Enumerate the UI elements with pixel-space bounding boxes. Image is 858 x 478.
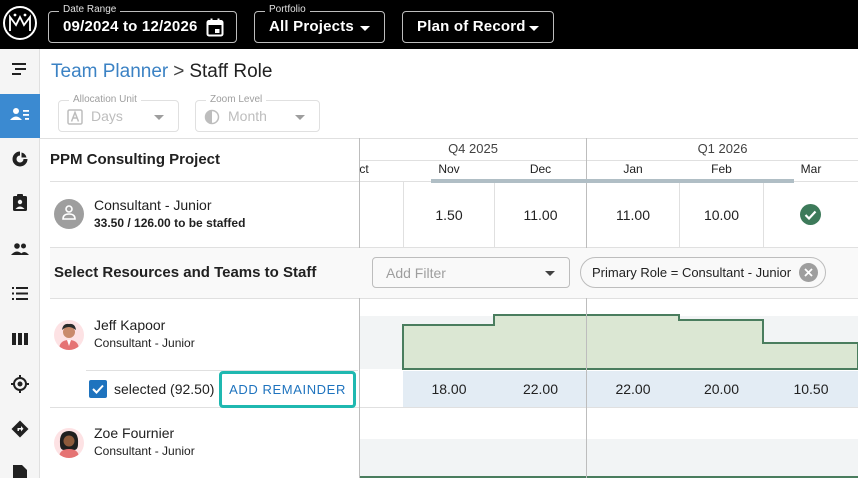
calendar-icon[interactable] [206,18,224,42]
avatar [54,320,84,350]
person-name: Jeff Kapoor [94,317,166,333]
month-label: Dec [529,162,552,176]
letter-a-icon [67,109,83,130]
target-icon [11,374,29,398]
allocation-unit-value: Days [91,108,123,124]
portfolio-legend: Portfolio [265,4,310,16]
list-icon [12,287,28,305]
top-bar: Date Range 09/2024 to 12/2026 Portfolio … [0,0,858,49]
zoom-level-legend: Zoom Level [206,94,267,106]
left-nav [0,49,40,478]
month-label: Jan [623,162,643,176]
add-filter-placeholder: Add Filter [386,265,446,281]
timeline-range-bar [431,179,794,183]
demand-cell[interactable]: 1.50 [404,207,494,223]
allocation-unit-legend: Allocation Unit [69,94,141,106]
date-range-value: 09/2024 to 12/2026 [63,18,198,35]
demand-cell[interactable]: 10.00 [680,207,763,223]
nav-team-planner[interactable] [0,94,40,138]
breadcrumb: Team Planner > Staff Role [51,61,272,83]
project-title: PPM Consulting Project [50,151,221,168]
allocation-unit-select[interactable]: Allocation Unit Days [58,94,179,132]
app-logo[interactable] [3,6,37,40]
add-remainder-button[interactable]: ADD REMAINDER [219,371,356,408]
chevron-down-icon [295,115,305,120]
nav-list[interactable] [0,274,40,318]
nav-people[interactable] [0,229,40,273]
document-icon [13,465,27,478]
breadcrumb-separator: > [173,61,185,82]
person-icon [61,204,77,225]
columns-icon [12,332,28,350]
chevron-down-icon [154,115,164,120]
select-checkbox[interactable] [89,380,107,398]
resources-title: Select Resources and Teams to Staff [54,264,317,281]
plan-select[interactable]: Plan of Record [402,11,554,43]
portfolio-select[interactable]: Portfolio All Projects [254,4,385,43]
month-label: Mar [800,162,822,176]
month-label: Feb [711,162,732,176]
grid-divider [360,160,858,161]
avatar [54,428,84,458]
portfolio-value: All Projects [269,18,354,35]
month-label: Nov [438,162,460,176]
directions-icon [11,420,29,443]
nav-document[interactable] [0,454,40,478]
person-list-icon [10,106,30,127]
add-filter-select[interactable]: Add Filter [372,257,570,288]
close-icon[interactable] [799,263,818,282]
chevron-down-icon [545,271,555,276]
nav-locate[interactable] [0,364,40,408]
date-range-field[interactable]: Date Range 09/2024 to 12/2026 [48,4,237,43]
quarter-label: Q1 2026 [697,141,748,156]
person-name: Zoe Fournier [94,425,175,441]
role-name: Consultant - Junior [94,197,212,213]
chevron-down-icon [360,26,370,31]
clipboard-person-icon [13,194,27,216]
nav-directions[interactable] [0,409,40,453]
selected-amount-label: selected (92.50) [114,381,215,397]
zoom-level-value: Month [228,108,267,124]
half-moon-icon [204,109,220,130]
primary-role-filter-chip[interactable]: Primary Role = Consultant - Junior [580,257,826,288]
nav-board[interactable] [0,319,40,363]
filter-chip-label: Primary Role = Consultant - Junior [592,265,792,280]
allocation-cell[interactable]: 18.00 [404,381,494,397]
menu-lines-icon [12,62,28,81]
nav-menu[interactable] [0,49,40,93]
people-icon [11,242,29,260]
demand-cell[interactable]: 11.00 [587,207,679,223]
person-role: Consultant - Junior [94,444,195,458]
quarter-label: Q4 2025 [448,141,498,156]
allocation-cell[interactable]: 20.00 [680,381,763,397]
nav-assignments[interactable] [0,183,40,227]
nav-dashboard[interactable] [0,139,40,183]
chevron-down-icon [529,26,539,31]
donut-chart-icon [12,150,28,172]
check-circle-icon [800,204,821,225]
date-range-legend: Date Range [59,4,121,16]
grid-divider [40,138,858,139]
allocation-cell[interactable]: 22.00 [495,381,586,397]
zoe-capacity-bg [360,439,858,478]
allocation-cell[interactable]: 10.50 [764,381,858,397]
person-role: Consultant - Junior [94,336,195,350]
demand-cell[interactable]: 11.00 [495,207,586,223]
zoom-level-select[interactable]: Zoom Level Month [195,94,320,132]
role-avatar [54,199,84,229]
breadcrumb-team-planner[interactable]: Team Planner [51,61,168,82]
plan-value: Plan of Record [417,18,526,35]
allocation-cell[interactable]: 22.00 [587,381,679,397]
page-title: Staff Role [189,61,273,82]
staffing-status: 33.50 / 126.00 to be staffed [94,216,246,230]
grid-column-divider [763,181,764,247]
month-label: ct [359,162,369,176]
